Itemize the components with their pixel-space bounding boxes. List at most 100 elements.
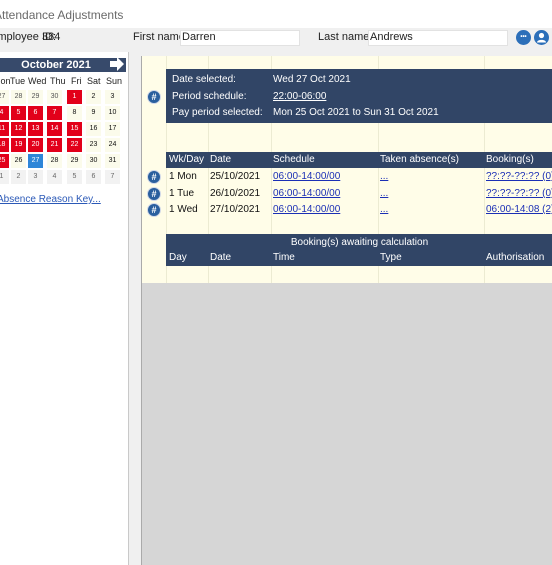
row-schedule-link[interactable]: 06:00-14:00/00	[273, 204, 340, 215]
calendar-day[interactable]: 28	[47, 154, 62, 168]
weekday: Tue	[10, 76, 26, 86]
calendar-day[interactable]: 5	[67, 170, 82, 184]
calendar-day[interactable]: 30	[47, 90, 62, 104]
employee-id-value: 384	[42, 31, 61, 43]
row-date: 27/10/2021	[210, 204, 261, 215]
calendar-day[interactable]: 16	[86, 122, 101, 136]
calendar-day[interactable]: 2	[86, 90, 101, 104]
next-month-arrow-icon[interactable]	[108, 55, 126, 73]
table-row: # 1 Tue 26/10/2021 06:00-14:00/00 ... ??…	[142, 186, 552, 202]
calendar-day[interactable]: 31	[105, 154, 120, 168]
last-name-label: Last name:	[318, 31, 373, 43]
calendar-day[interactable]: 3	[105, 90, 120, 104]
hash-icon[interactable]: #	[147, 90, 161, 104]
calendar-day[interactable]: 1	[67, 90, 82, 104]
column-header: Date	[210, 252, 232, 263]
column-header: Date	[210, 154, 232, 165]
calendar-day[interactable]: 14	[47, 122, 62, 136]
row-schedule-link[interactable]: 06:00-14:00/00	[273, 171, 340, 182]
calendar-day[interactable]: 27	[0, 90, 9, 104]
column-header: Type	[380, 252, 402, 263]
row-absence-link[interactable]: ...	[380, 204, 388, 215]
calendar-day[interactable]: 13	[28, 122, 43, 136]
calendar-day[interactable]: 20	[28, 138, 43, 152]
calendar-day[interactable]: 30	[86, 154, 101, 168]
user-icon[interactable]	[534, 30, 549, 45]
calendar-day[interactable]: 5	[11, 106, 26, 120]
summary-band: Date selected: Wed 27 Oct 2021 Period sc…	[166, 69, 552, 123]
calendar-day[interactable]: 6	[28, 106, 43, 120]
row-booking-link[interactable]: ??:??-??:?? (0)	[486, 188, 552, 199]
calendar-day[interactable]: 28	[11, 90, 26, 104]
weekday: Thu	[50, 76, 66, 86]
calendar-day[interactable]: 29	[67, 154, 82, 168]
calendar-day[interactable]: 19	[11, 138, 26, 152]
row-booking-link[interactable]: ??:??-??:?? (0)	[486, 171, 552, 182]
calendar-day[interactable]: 6	[86, 170, 101, 184]
weekday: Wed	[28, 76, 47, 86]
hash-icon[interactable]: #	[147, 170, 161, 184]
awaiting-band: Booking(s) awaiting calculation Day Date…	[166, 234, 552, 266]
calendar-day[interactable]: 24	[105, 138, 120, 152]
calendar-day[interactable]: 23	[86, 138, 101, 152]
weekday: Sun	[106, 76, 123, 86]
calendar-day[interactable]: 17	[105, 122, 120, 136]
first-name-value: Darren	[182, 31, 216, 43]
column-header: Day	[169, 252, 187, 263]
window-title: Attendance Adjustments	[0, 8, 124, 22]
calendar-day[interactable]: 3	[28, 170, 43, 184]
last-name-value: Andrews	[370, 31, 413, 43]
column-header: Booking(s)	[486, 154, 534, 165]
calendar-day[interactable]: 1	[0, 170, 9, 184]
calendar-day[interactable]: 7	[47, 106, 62, 120]
period-schedule-link[interactable]: 22:00-06:00	[273, 91, 326, 102]
row-absence-link[interactable]: ...	[380, 171, 388, 182]
row-absence-link[interactable]: ...	[380, 188, 388, 199]
calendar-month: October 2021	[21, 59, 91, 71]
calendar-day[interactable]: 18	[0, 138, 9, 152]
row-date: 25/10/2021	[210, 171, 261, 182]
weekday: Fri	[71, 76, 82, 86]
calendar-day[interactable]: 25	[0, 154, 9, 168]
absence-reason-key-link[interactable]: Absence Reason Key...	[0, 194, 101, 205]
calendar-day[interactable]: 2	[11, 170, 26, 184]
calendar-weekdays: Mon Tue Wed Thu Fri Sat Sun	[0, 76, 126, 88]
calendar-day[interactable]: 11	[0, 122, 9, 136]
calendar-day[interactable]: 9	[86, 106, 101, 120]
table-row: # 1 Mon 25/10/2021 06:00-14:00/00 ... ??…	[142, 169, 552, 185]
calendar-day[interactable]: 7	[105, 170, 120, 184]
calendar-day[interactable]: 4	[47, 170, 62, 184]
row-date: 26/10/2021	[210, 188, 261, 199]
calendar-day[interactable]: 15	[67, 122, 82, 136]
hash-icon[interactable]: #	[147, 203, 161, 217]
period-schedule-label: Period schedule:	[172, 91, 247, 102]
column-header: Wk/Day	[169, 154, 204, 165]
calendar-day[interactable]: 4	[0, 106, 9, 120]
calendar-day[interactable]: 10	[105, 106, 120, 120]
employee-bar: Employee ID: 384 First name: Darren Last…	[0, 28, 552, 48]
pay-period-label: Pay period selected:	[172, 107, 263, 118]
calendar-day[interactable]: 22	[67, 138, 82, 152]
calendar-day[interactable]: 27	[28, 154, 43, 168]
title-bar: Attendance Adjustments	[0, 0, 552, 28]
calendar-day[interactable]: 21	[47, 138, 62, 152]
column-header: Schedule	[273, 154, 315, 165]
calendar-day[interactable]: 8	[67, 106, 82, 120]
row-booking-link[interactable]: 06:00-14:08 (2)	[486, 204, 552, 215]
calendar-header: October 2021	[0, 55, 126, 73]
attendance-window: Attendance Adjustments Employee ID: 384 …	[0, 0, 552, 565]
column-header: Taken absence(s)	[380, 154, 459, 165]
calendar-day[interactable]: 26	[11, 154, 26, 168]
column-header: Time	[273, 252, 295, 263]
awaiting-title: Booking(s) awaiting calculation	[290, 237, 429, 248]
date-selected-label: Date selected:	[172, 74, 236, 85]
calendar-day[interactable]: 12	[11, 122, 26, 136]
details-panel: Date selected: Wed 27 Oct 2021 Period sc…	[142, 56, 552, 283]
date-selected-value: Wed 27 Oct 2021	[273, 74, 351, 85]
more-options-icon[interactable]: •••	[516, 30, 531, 45]
column-header: Authorisation	[486, 252, 545, 263]
row-schedule-link[interactable]: 06:00-14:00/00	[273, 188, 340, 199]
pay-period-value: Mon 25 Oct 2021 to Sun 31 Oct 2021	[273, 107, 439, 118]
calendar-day[interactable]: 29	[28, 90, 43, 104]
hash-icon[interactable]: #	[147, 187, 161, 201]
